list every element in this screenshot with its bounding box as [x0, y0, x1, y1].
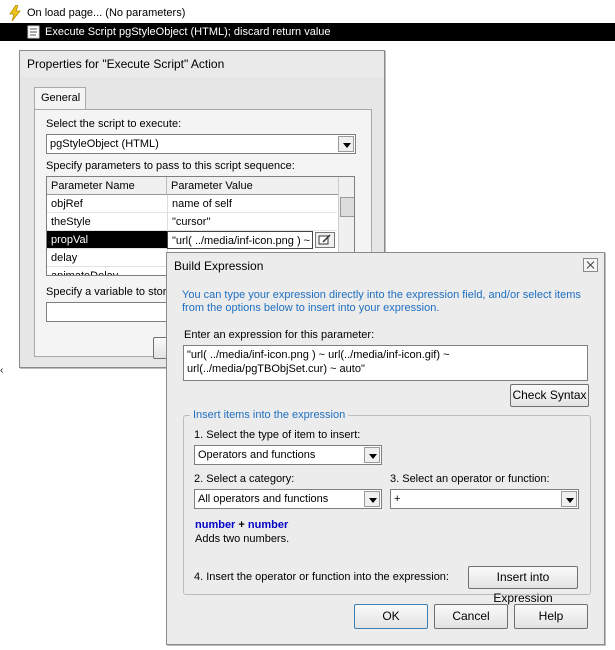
step1-label: 1. Select the type of item to insert: — [194, 429, 361, 441]
build-expression-dialog: Build Expression You can type your expre… — [166, 252, 605, 645]
category-value: All operators and functions — [198, 493, 329, 505]
table-row-name[interactable]: theStyle — [47, 213, 167, 231]
step2-label: 2. Select a category: — [194, 473, 295, 485]
properties-dialog-title: Properties for "Execute Script" Action — [27, 57, 225, 71]
ok-label: OK — [382, 609, 400, 623]
close-icon[interactable] — [583, 258, 598, 272]
ok-button[interactable]: OK — [354, 604, 428, 629]
dropdown-arrow-icon[interactable] — [364, 491, 380, 507]
enter-expression-label: Enter an expression for this parameter: — [184, 329, 375, 341]
item-type-value: Operators and functions — [198, 449, 316, 461]
insert-into-expression-button[interactable]: Insert into Expression — [468, 566, 578, 605]
edit-icon — [318, 234, 331, 245]
cancel-label: Cancel — [452, 609, 490, 623]
tab-general-label: General — [41, 92, 81, 104]
table-row-value[interactable]: name of self — [167, 195, 337, 213]
params-label: Specify parameters to pass to this scrip… — [46, 160, 295, 172]
scroll-thumb[interactable] — [340, 197, 354, 217]
syntax-description: Adds two numbers. — [195, 533, 290, 545]
check-syntax-label: Check Syntax — [512, 388, 587, 402]
lightning-icon — [9, 5, 21, 21]
table-row-value-editing[interactable]: "url( ../media/inf-icon.png ) ~ — [167, 231, 313, 249]
col-header-value[interactable]: Parameter Value — [167, 177, 339, 195]
build-expression-titlebar[interactable]: Build Expression — [167, 253, 604, 279]
tree-row-execute-script-label: Execute Script pgStyleObject (HTML); dis… — [45, 26, 331, 38]
dropdown-arrow-icon[interactable] — [561, 491, 577, 507]
table-row-name[interactable]: delay — [47, 249, 167, 267]
build-expression-title: Build Expression — [174, 259, 264, 273]
table-row-name[interactable]: objRef — [47, 195, 167, 213]
script-select-value: pgStyleObject (HTML) — [50, 138, 159, 150]
help-button[interactable]: Help — [514, 604, 588, 629]
variable-label: Specify a variable to store — [46, 286, 173, 298]
col-header-name-label: Parameter Name — [51, 180, 135, 192]
tree-row-execute-script[interactable]: Execute Script pgStyleObject (HTML); dis… — [0, 23, 615, 41]
col-header-value-label: Parameter Value — [171, 180, 253, 192]
col-header-name[interactable]: Parameter Name — [47, 177, 167, 195]
tree-row-onload[interactable]: On load page... (No parameters) — [0, 4, 615, 22]
group-title: Insert items into the expression — [190, 409, 349, 421]
tree-row-onload-label: On load page... (No parameters) — [27, 7, 186, 19]
select-script-label: Select the script to execute: — [46, 118, 182, 130]
check-syntax-button[interactable]: Check Syntax — [510, 384, 589, 407]
info-text: You can type your expression directly in… — [182, 289, 581, 314]
syntax-line: number + number — [195, 519, 288, 531]
variable-input[interactable] — [46, 302, 186, 322]
left-edge-arrow: ‹ — [0, 365, 4, 376]
cancel-button[interactable]: Cancel — [434, 604, 508, 629]
table-row-name-selected[interactable]: propVal — [47, 231, 167, 249]
help-label: Help — [538, 609, 564, 623]
syntax-arg-a: number — [195, 519, 236, 531]
category-select[interactable]: All operators and functions — [194, 489, 382, 509]
syntax-operator: + — [235, 519, 248, 531]
dropdown-arrow-icon[interactable] — [338, 136, 354, 152]
edit-expression-button[interactable] — [315, 232, 335, 248]
script-icon — [27, 25, 40, 39]
operator-select[interactable]: + — [390, 489, 579, 509]
table-row-value[interactable]: "cursor" — [167, 213, 337, 231]
expression-field[interactable]: "url( ../media/inf-icon.png ) ~ url(../m… — [183, 345, 588, 381]
table-row-name[interactable]: animateDelay — [47, 267, 167, 275]
properties-dialog-titlebar[interactable]: Properties for "Execute Script" Action — [20, 51, 384, 77]
step4-label: 4. Insert the operator or function into … — [194, 571, 449, 583]
operator-value: + — [394, 493, 401, 505]
item-type-select[interactable]: Operators and functions — [194, 445, 382, 465]
step3-label: 3. Select an operator or function: — [390, 473, 550, 485]
insert-into-expression-label: Insert into Expression — [493, 570, 553, 605]
expression-line-2: url(../media/pgTBObjSet.cur) ~ auto" — [187, 363, 365, 375]
dropdown-arrow-icon[interactable] — [364, 447, 380, 463]
syntax-arg-b: number — [247, 519, 289, 531]
insert-items-group: Insert items into the expression 1. Sele… — [183, 409, 591, 605]
tab-general[interactable]: General — [34, 87, 86, 110]
script-select[interactable]: pgStyleObject (HTML) — [46, 134, 356, 154]
expression-line-1: "url( ../media/inf-icon.png ) ~ url(../m… — [187, 349, 450, 361]
